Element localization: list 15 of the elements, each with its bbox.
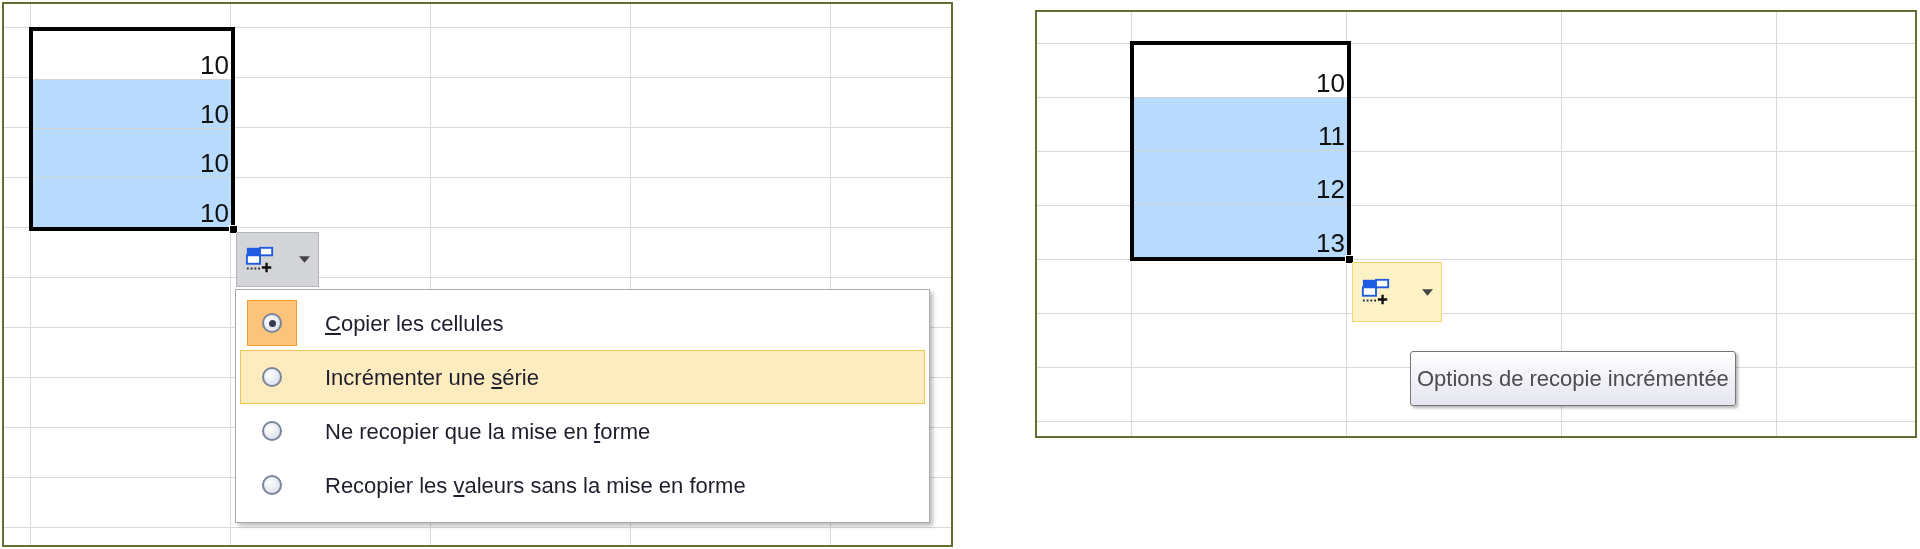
table-cell[interactable]: 10 xyxy=(33,80,231,129)
table-cell[interactable]: 13 xyxy=(1134,204,1347,257)
tooltip: Options de recopie incrémentée xyxy=(1410,351,1736,406)
table-cell[interactable]: 10 xyxy=(33,178,231,227)
menu-item[interactable]: Incrémenter une série xyxy=(240,350,925,404)
table-cell[interactable]: 11 xyxy=(1134,98,1347,151)
menu-item-label: Copier les cellules xyxy=(325,309,504,338)
menu-item-label: Ne recopier que la mise en forme xyxy=(325,417,651,446)
menu-item[interactable]: Recopier les valeurs sans la mise en forme xyxy=(240,458,925,512)
menu-item[interactable]: Copier les cellules xyxy=(240,296,925,350)
table-cell[interactable]: 12 xyxy=(1134,151,1347,204)
menu-item[interactable]: Ne recopier que la mise en forme xyxy=(240,404,925,458)
menu-item-label: Incrémenter une série xyxy=(325,363,539,392)
menu-item-label: Recopier les valeurs sans la mise en forme xyxy=(325,471,746,500)
table-cell[interactable]: 10 xyxy=(33,129,231,178)
